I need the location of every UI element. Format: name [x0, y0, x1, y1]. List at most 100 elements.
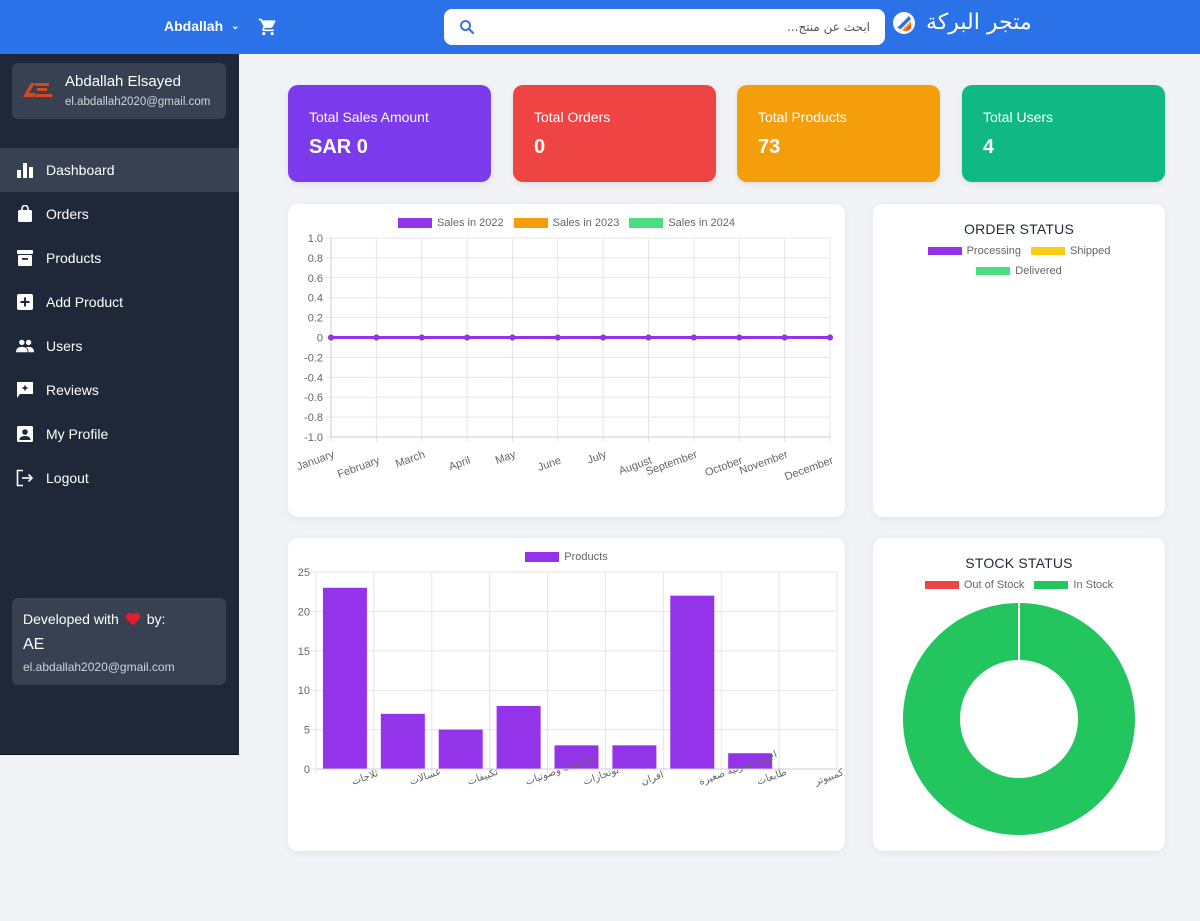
sidebar-item-reviews[interactable]: Reviews [0, 368, 239, 412]
stat-value: 0 [534, 136, 546, 158]
x-tick-label: كمبيوتر [812, 767, 845, 788]
stat-card-total-products: Total Products 73 [737, 85, 940, 182]
stat-label: Total Orders [534, 109, 611, 125]
bar [438, 729, 483, 769]
stat-card-total-sales: Total Sales Amount SAR 0 [288, 85, 491, 182]
profile-name: Abdallah Elsayed [65, 73, 181, 90]
bar [670, 595, 715, 769]
data-point [600, 334, 607, 341]
archive-box-icon [17, 250, 33, 266]
sidebar-item-add-product[interactable]: Add Product [0, 280, 239, 324]
y-tick-label: -0.6 [304, 392, 323, 404]
shopping-bag-icon [18, 205, 32, 222]
bar [380, 713, 425, 769]
y-tick-label: -0.4 [304, 372, 323, 384]
developer-name: AE [23, 636, 45, 653]
order-status-legend: Processing Shipped [873, 245, 1165, 257]
order-status-legend-row2: Delivered [873, 265, 1165, 277]
data-point [418, 334, 425, 341]
data-point [464, 334, 471, 341]
y-tick-label: -0.8 [304, 412, 323, 424]
search-icon[interactable] [458, 18, 476, 36]
stat-label: Total Sales Amount [309, 109, 429, 125]
legend-swatch [1031, 247, 1066, 255]
sidebar-item-my-profile[interactable]: My Profile [0, 412, 239, 456]
sidebar-item-orders[interactable]: Orders [0, 192, 239, 236]
x-tick-label: January [295, 448, 336, 473]
x-tick-label: غسالات [408, 766, 442, 787]
chevron-down-icon: ⌄ [231, 20, 240, 32]
x-tick-label: December [783, 454, 835, 483]
x-tick-label: November [738, 448, 790, 477]
ae-logo-icon [23, 83, 53, 97]
y-tick-label: 0 [317, 333, 323, 345]
search-input[interactable] [484, 9, 874, 45]
sidebar-item-products[interactable]: Products [0, 236, 239, 280]
legend-swatch [927, 247, 962, 255]
sidebar: Abdallah Elsayed el.abdallah2020@gmail.c… [0, 54, 239, 755]
y-tick-label: 0.2 [308, 313, 323, 325]
y-tick-label: 1.0 [308, 233, 323, 245]
data-point [509, 334, 516, 341]
stock-status-card: STOCK STATUS Out of Stock In Stock [873, 538, 1165, 851]
order-status-card: ORDER STATUS Processing Shipped Delivere… [873, 204, 1165, 517]
sidebar-item-label: Add Product [46, 294, 124, 310]
data-point [645, 334, 652, 341]
legend-label: Shipped [1070, 245, 1111, 257]
sidebar-item-label: Reviews [46, 382, 99, 398]
developer-credit-card: Developed with by: AE el.abdallah2020@gm… [12, 598, 226, 685]
user-menu-dropdown[interactable]: Abdallah ⌄ [164, 18, 240, 34]
legend-item-delivered[interactable]: Delivered [976, 265, 1062, 277]
y-tick-label: 25 [298, 567, 310, 579]
y-tick-label: 20 [298, 606, 310, 618]
bar [322, 587, 367, 769]
brand-logo-icon [893, 11, 915, 34]
legend-item-processing[interactable]: Processing [927, 245, 1022, 257]
search-bar [444, 9, 885, 45]
sidebar-item-label: My Profile [46, 426, 109, 442]
logout-icon [16, 469, 34, 487]
profile-card[interactable]: Abdallah Elsayed el.abdallah2020@gmail.c… [12, 63, 226, 119]
heart-icon [125, 612, 140, 626]
developer-suffix: by: [146, 611, 166, 627]
stat-value: 73 [758, 136, 781, 158]
top-navbar: Abdallah ⌄ متجر البركة [0, 0, 1200, 54]
x-tick-label: May [494, 448, 518, 467]
legend-swatch [976, 267, 1011, 275]
stat-card-total-users: Total Users 4 [962, 85, 1165, 182]
x-tick-label: March [394, 449, 427, 471]
sales-chart-card: Sales in 2022 Sales in 2023 Sales in 202… [288, 204, 845, 517]
data-point [781, 334, 788, 341]
brand[interactable]: متجر البركة [892, 10, 1032, 35]
cart-icon[interactable] [258, 17, 278, 37]
x-tick-label: ثلاجات [350, 768, 380, 788]
sidebar-item-label: Logout [46, 470, 89, 486]
sidebar-item-dashboard[interactable]: Dashboard [0, 148, 239, 192]
sidebar-item-label: Orders [46, 206, 89, 222]
sidebar-item-label: Dashboard [46, 162, 115, 178]
sales-line-chart: 1.0 0.8 0.6 0.4 0.2 0 -0.2 -0.4 -0.6 -0.8 -1.0 Janu… [295, 233, 835, 483]
sidebar-item-logout[interactable]: Logout [0, 456, 239, 500]
stat-label: Total Products [758, 109, 847, 125]
x-tick-label: June [536, 455, 563, 474]
products-bar-chart: 2520151050 ثلاجات غسالات تكييفات شاشات وصوتي… [298, 567, 845, 788]
stock-donut-chart [903, 603, 1135, 835]
x-tick-label: July [586, 448, 609, 466]
y-tick-label: 5 [304, 725, 310, 737]
x-tick-label: تكييفات [466, 767, 500, 788]
data-point [736, 334, 743, 341]
stat-value: SAR 0 [309, 136, 368, 158]
sidebar-item-label: Products [46, 250, 102, 266]
legend-label: Delivered [1015, 265, 1062, 277]
y-tick-label: 0.4 [308, 293, 323, 305]
order-status-title: ORDER STATUS [964, 221, 1074, 237]
review-comment-icon [17, 382, 33, 398]
x-tick-label: February [336, 454, 382, 481]
y-tick-label: 0 [304, 764, 310, 776]
legend-item-shipped[interactable]: Shipped [1031, 245, 1110, 257]
legend-label: Processing [966, 245, 1022, 257]
sidebar-nav: Dashboard Orders Products Add Product Us… [0, 148, 239, 500]
x-tick-label: طابعات [755, 767, 788, 788]
y-tick-label: 0.6 [308, 273, 323, 285]
sidebar-item-users[interactable]: Users [0, 324, 239, 368]
